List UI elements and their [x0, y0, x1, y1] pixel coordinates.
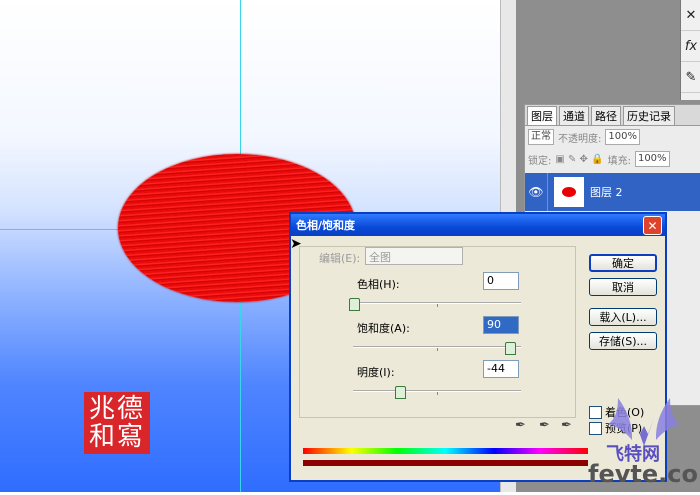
saturation-label: 饱和度(A): [357, 322, 410, 335]
watermark-line2: fevte.com [588, 460, 700, 488]
opacity-field[interactable]: 100% [605, 129, 640, 145]
opacity-label: 不透明度: [558, 133, 602, 145]
lightness-midtick [437, 392, 438, 395]
mouse-cursor-icon: ➤ [290, 236, 302, 252]
tool-palette: ✕ fx ✎ [680, 0, 700, 100]
lightness-field[interactable]: -44 [483, 360, 519, 378]
cancel-button[interactable]: 取消 [589, 278, 657, 296]
wrench-icon[interactable]: ✕ [681, 0, 700, 31]
lightness-label: 明度(I): [357, 366, 395, 379]
hue-midtick [437, 304, 438, 307]
brush-icon[interactable]: ✎ [681, 62, 700, 93]
saturation-field[interactable]: 90 [483, 316, 519, 334]
edit-label: 编辑(E): [319, 252, 361, 265]
tab-history[interactable]: 历史记录 [623, 106, 675, 125]
hue-label: 色相(H): [357, 278, 400, 291]
lock-row: 锁定: ▣ ✎ ✥ 🔒 填充: 100% [525, 148, 700, 170]
watermark-logo: 飞特网 fevte.com [588, 388, 700, 492]
load-button[interactable]: 载入(L)... [589, 308, 657, 326]
fill-label: 填充: [607, 155, 631, 167]
saturation-slider-knob[interactable] [504, 342, 516, 355]
dialog-title: 色相/饱和度 [296, 219, 356, 232]
tab-channels[interactable]: 通道 [559, 106, 589, 125]
layer-thumbnail [554, 177, 584, 207]
lightness-slider-knob[interactable] [394, 386, 406, 399]
hue-field[interactable]: 0 [483, 272, 519, 290]
eyedropper-icon[interactable]: ✒ [515, 418, 526, 433]
seal-stamp: 兆德 和寫 [84, 392, 150, 454]
tab-paths[interactable]: 路径 [591, 106, 621, 125]
layer-name[interactable]: 图层 2 [590, 184, 623, 200]
dialog-titlebar[interactable]: 色相/饱和度 ✕ [291, 214, 665, 236]
fill-field[interactable]: 100% [634, 151, 670, 167]
saturation-midtick [437, 348, 438, 351]
tab-layers[interactable]: 图层 [527, 106, 557, 125]
layer-row[interactable]: 👁 图层 2 [525, 173, 700, 211]
hue-slider-knob[interactable] [349, 298, 360, 311]
hue-spectrum-bar [303, 448, 588, 454]
edit-select[interactable]: 全图 [365, 247, 463, 265]
blend-mode-select[interactable]: 正常 [528, 129, 554, 145]
ok-button[interactable]: 确定 [589, 254, 657, 272]
close-icon[interactable]: ✕ [643, 216, 662, 235]
lock-icons[interactable]: ▣ ✎ ✥ 🔒 [555, 154, 603, 165]
eyedropper-plus-icon[interactable]: ✒ [539, 418, 550, 433]
adjusted-color-bar [303, 460, 588, 466]
save-button[interactable]: 存储(S)... [589, 332, 657, 350]
eyedropper-minus-icon[interactable]: ✒ [561, 418, 572, 433]
fx-icon[interactable]: fx [681, 31, 700, 62]
lock-label: 锁定: [528, 155, 552, 167]
layers-panel-tabs: 图层 通道 路径 历史记录 [525, 105, 700, 126]
eye-icon[interactable]: 👁 [525, 173, 548, 211]
blend-row: 正常 不透明度: 100% [525, 126, 700, 148]
